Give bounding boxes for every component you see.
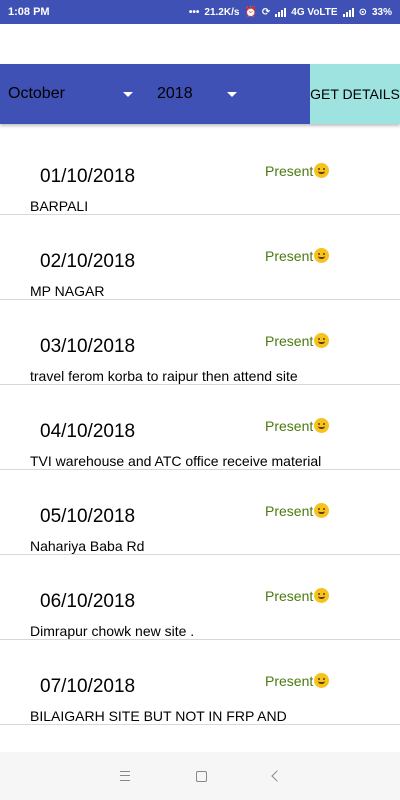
menu-icon[interactable] xyxy=(119,771,130,781)
status-label: Present xyxy=(265,673,330,689)
status-text: Present xyxy=(265,333,314,349)
date-label: 05/10/2018 xyxy=(40,506,136,527)
status-text: Present xyxy=(265,588,314,604)
status-text: Present xyxy=(265,248,314,264)
list-item[interactable]: 07/10/2018 Present BILAIGARH SITE BUT NO… xyxy=(0,640,400,725)
net-speed: 21.2K/s xyxy=(204,6,240,18)
app-toolbar xyxy=(0,24,400,64)
smiley-icon xyxy=(314,673,330,688)
dots-icon: ••• xyxy=(188,6,200,18)
home-icon[interactable] xyxy=(195,770,207,782)
status-label: Present xyxy=(265,333,330,349)
date-label: 06/10/2018 xyxy=(40,591,136,612)
status-time: 1:08 PM xyxy=(8,6,50,18)
smiley-icon xyxy=(314,333,330,348)
toggle-icon: ⊙ xyxy=(358,6,367,18)
list-item[interactable]: 04/10/2018 Present TVI warehouse and ATC… xyxy=(0,385,400,470)
status-icons: ••• 21.2K/s ⏰ ⟳ 4G VoLTE ⊙ 33% xyxy=(189,7,392,18)
list-item[interactable]: 05/10/2018 Present Nahariya Baba Rd xyxy=(0,470,400,555)
battery-percent: 33% xyxy=(371,6,392,18)
status-bar: 1:08 PM ••• 21.2K/s ⏰ ⟳ 4G VoLTE ⊙ 33% xyxy=(0,0,400,24)
list-item[interactable]: 03/10/2018 Present travel ferom korba to… xyxy=(0,300,400,385)
date-label: 02/10/2018 xyxy=(40,251,136,272)
date-label: 04/10/2018 xyxy=(40,421,136,442)
smiley-icon xyxy=(314,588,330,603)
dropdown-arrow-icon xyxy=(123,91,133,97)
status-text: Present xyxy=(265,418,314,434)
date-label: 03/10/2018 xyxy=(40,336,136,357)
back-icon[interactable] xyxy=(270,770,283,782)
list-item[interactable]: 06/10/2018 Present Dimrapur chowk new si… xyxy=(0,555,400,640)
place-label: BARPALI xyxy=(30,198,89,214)
status-label: Present xyxy=(265,503,330,519)
filter-bar: October 2018 GET DETAILS xyxy=(0,64,400,124)
signal-icon xyxy=(275,7,287,17)
month-spinner[interactable]: October xyxy=(8,64,133,124)
status-label: Present xyxy=(265,248,330,264)
month-value: October xyxy=(8,85,65,102)
smiley-icon xyxy=(314,503,330,518)
alarm-icon: ⏰ xyxy=(244,6,257,18)
date-label: 01/10/2018 xyxy=(40,166,136,187)
status-text: Present xyxy=(265,673,314,689)
place-label: TVI warehouse and ATC office receive mat… xyxy=(30,453,322,469)
attendance-list[interactable]: 01/10/2018 Present BARPALI 02/10/2018 Pr… xyxy=(0,130,400,752)
status-label: Present xyxy=(265,163,330,179)
system-nav-bar xyxy=(0,752,400,800)
place-label: Dimrapur chowk new site . xyxy=(30,623,195,639)
status-label: Present xyxy=(265,588,330,604)
network-type: 4G VoLTE xyxy=(291,6,338,18)
dropdown-arrow-icon xyxy=(227,91,237,97)
place-label: travel ferom korba to raipur then attend… xyxy=(30,368,298,384)
status-text: Present xyxy=(265,163,314,179)
smiley-icon xyxy=(314,418,330,433)
list-item[interactable]: 02/10/2018 Present MP NAGAR xyxy=(0,215,400,300)
place-label: Nahariya Baba Rd xyxy=(30,538,145,554)
smiley-icon xyxy=(314,163,330,178)
list-item[interactable]: 01/10/2018 Present BARPALI xyxy=(0,130,400,215)
place-label: MP NAGAR xyxy=(30,283,105,299)
smiley-icon xyxy=(314,248,330,263)
date-label: 07/10/2018 xyxy=(40,676,136,697)
signal-icon-2 xyxy=(342,7,354,17)
year-value: 2018 xyxy=(157,85,193,102)
rotate-icon: ⟳ xyxy=(261,6,271,18)
status-text: Present xyxy=(265,503,314,519)
year-spinner[interactable]: 2018 xyxy=(157,64,237,124)
place-label: BILAIGARH SITE BUT NOT IN FRP AND xyxy=(30,708,287,724)
status-label: Present xyxy=(265,418,330,434)
get-details-button[interactable]: GET DETAILS xyxy=(310,64,400,124)
